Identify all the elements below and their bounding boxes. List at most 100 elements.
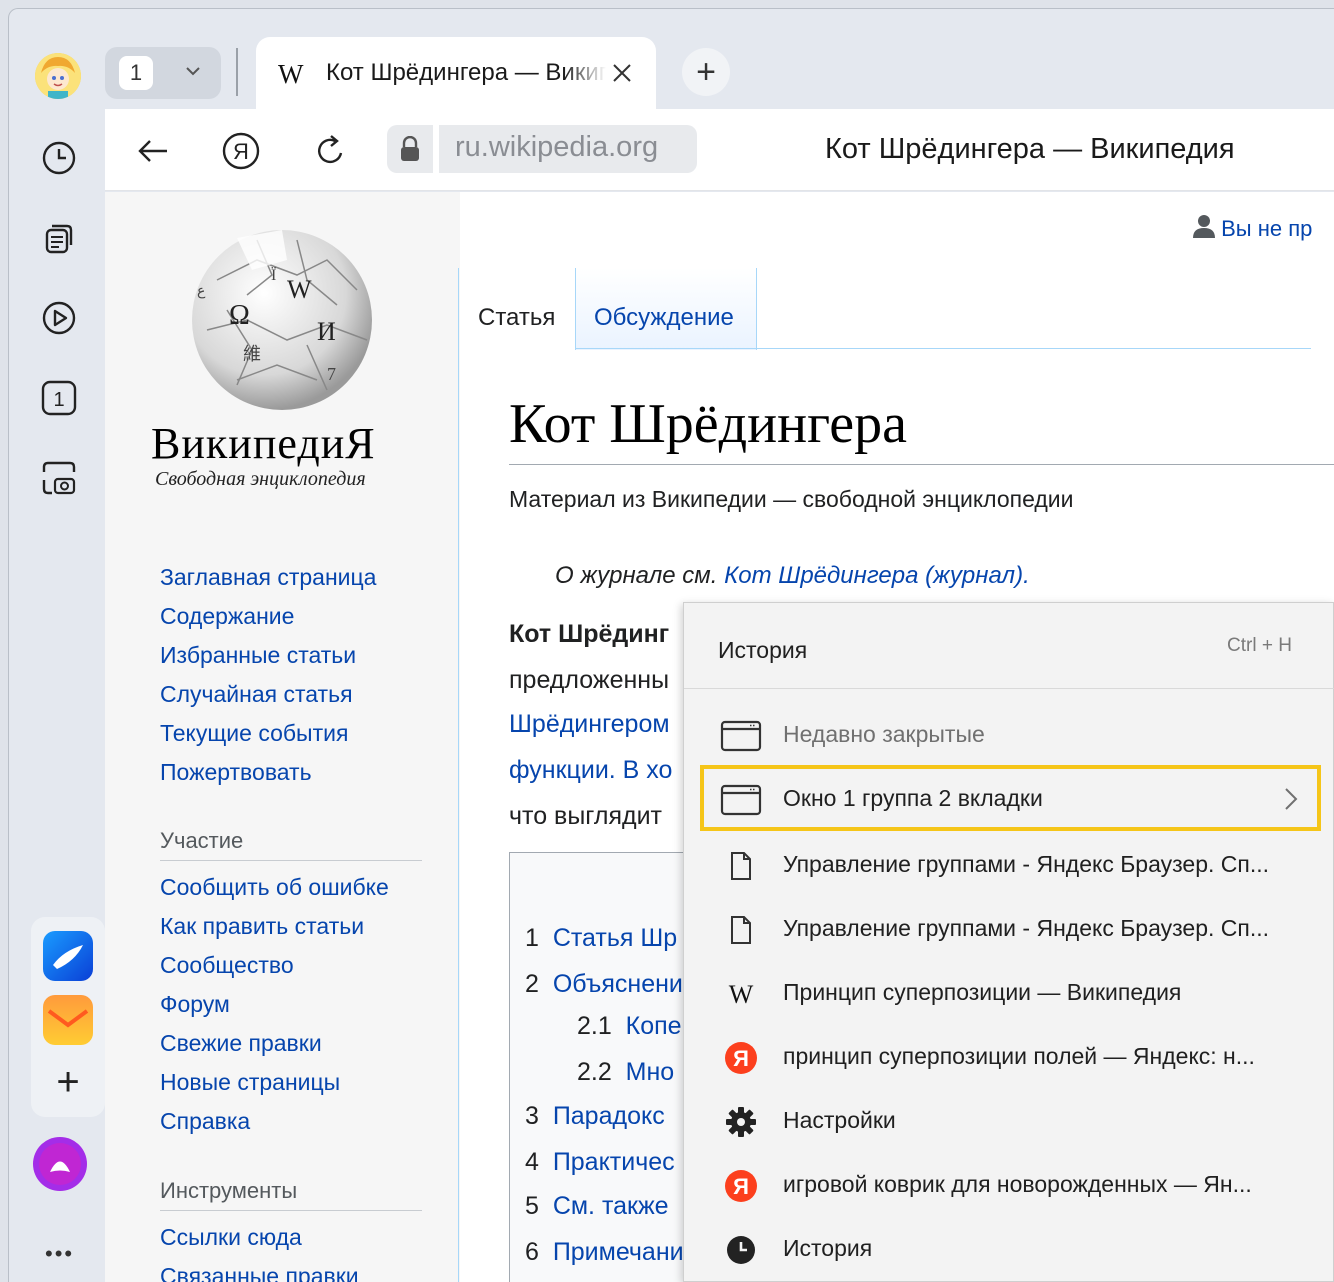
hatnote-link[interactable]: Кот Шрёдингера (журнал).	[724, 562, 1030, 589]
nav-link[interactable]: Сообщить об ошибке	[160, 868, 389, 907]
menu-item-label: Окно 1 группа 2 вкладки	[783, 785, 1043, 811]
svg-text:Я: Я	[733, 1174, 749, 1199]
sidebar-apps-panel: +	[31, 917, 105, 1117]
svg-text:7: 7	[327, 364, 336, 384]
toc-item[interactable]: 3 Парадокс	[525, 1102, 665, 1131]
yandex-icon: Я	[720, 1169, 762, 1203]
address-page-title: Кот Шрёдингера — Википедия	[825, 133, 1235, 165]
toc-num: 2	[525, 970, 539, 998]
history-icon[interactable]	[35, 134, 83, 182]
toc-item[interactable]: 4 Практичес	[525, 1148, 675, 1177]
collections-icon[interactable]	[35, 214, 83, 262]
chevron-right-icon	[1282, 781, 1300, 824]
menu-item-history-entry[interactable]: Я принцип суперпозиции полей — Яндекс: н…	[684, 1025, 1334, 1089]
wikipedia-favicon-icon: W	[278, 59, 304, 89]
yandex-home-icon[interactable]: Я	[221, 131, 261, 171]
close-icon[interactable]	[610, 53, 634, 101]
active-tab[interactable]: W Кот Шрёдингера — Википедия	[256, 37, 656, 109]
address-bar: Я ru.wikipedia.org Кот Шрёдингера — Вики…	[105, 109, 1334, 191]
nav-link[interactable]: Сообщество	[160, 946, 389, 985]
add-app-icon[interactable]: +	[43, 1057, 93, 1107]
nav-link[interactable]: Новые страницы	[160, 1063, 389, 1102]
history-menu-header[interactable]: История Ctrl + H	[684, 603, 1334, 689]
menu-item-history-entry[interactable]: Управление группами - Яндекс Браузер. Сп…	[684, 833, 1334, 897]
menu-item-history-entry[interactable]: Управление группами - Яндекс Браузер. Сп…	[684, 897, 1334, 961]
reload-icon[interactable]	[311, 131, 351, 171]
menu-item-label: принцип суперпозиции полей — Яндекс: н..…	[783, 1043, 1255, 1069]
menu-item-window-group[interactable]: Окно 1 группа 2 вкладки	[684, 767, 1334, 831]
menu-item-label: Настройки	[783, 1107, 896, 1133]
toc-item[interactable]: 2 Объяснени	[525, 970, 683, 999]
nav-link[interactable]: Пожертвовать	[160, 753, 376, 792]
toc-item[interactable]: 6 Примечани	[525, 1238, 684, 1267]
screenshot-icon[interactable]	[35, 454, 83, 502]
svg-text:維: 維	[243, 344, 261, 364]
tab-article[interactable]: Статья	[478, 304, 555, 332]
menu-item-label: Недавно закрытые	[783, 721, 985, 747]
toc-item[interactable]: 1 Статья Шр	[525, 924, 677, 953]
nav-link[interactable]: Свежие правки	[160, 1024, 389, 1063]
user-status[interactable]: Вы не пр	[1193, 214, 1312, 242]
tab-counter-icon[interactable]: 1	[35, 374, 83, 422]
avatar[interactable]	[35, 53, 81, 99]
svg-text:Ϊ: Ϊ	[271, 266, 276, 284]
mail-app-icon[interactable]	[43, 995, 93, 1045]
paragraph-link[interactable]: Шрёдингером	[509, 710, 670, 739]
menu-item-history[interactable]: История	[684, 1217, 1334, 1281]
paragraph-line: что выглядит	[509, 802, 662, 830]
svg-text:И: И	[317, 317, 336, 346]
content-border	[458, 268, 459, 1282]
paragraph-link[interactable]: функции. В хо	[509, 756, 672, 784]
page-tabs: Статья Обсуждение	[460, 268, 1310, 350]
tab-talk[interactable]: Обсуждение	[575, 268, 757, 350]
video-icon[interactable]	[35, 294, 83, 342]
tabs-divider	[575, 348, 1311, 349]
messenger-app-icon[interactable]	[43, 931, 93, 981]
nav-link[interactable]: Ссылки сюда	[160, 1218, 359, 1257]
tab-count: 1	[119, 56, 153, 90]
tab-counter-number: 1	[53, 389, 64, 411]
wiki-nav-tools: Ссылки сюда Связанные правки	[160, 1218, 359, 1282]
page-subtitle: Материал из Википедии — свободной энцикл…	[509, 486, 1074, 512]
svg-text:W: W	[729, 980, 754, 1009]
alice-icon[interactable]	[33, 1137, 87, 1191]
wiki-logo-word: ВикипедиЯ	[151, 419, 376, 468]
nav-link[interactable]: Связанные правки	[160, 1257, 359, 1282]
lock-icon[interactable]	[387, 125, 433, 173]
nav-link[interactable]: Как править статьи	[160, 907, 389, 946]
nav-link[interactable]: Содержание	[160, 597, 376, 636]
sidebar: 1 + •••	[9, 9, 105, 1282]
menu-item-history-entry[interactable]: W Принцип суперпозиции — Википедия	[684, 961, 1334, 1025]
menu-item-settings[interactable]: Настройки	[684, 1089, 1334, 1153]
toc-num: 5	[525, 1192, 539, 1220]
toc-item[interactable]: 2.2 Мно	[577, 1058, 674, 1087]
more-icon[interactable]: •••	[45, 1241, 74, 1267]
nav-link[interactable]: Случайная статья	[160, 675, 376, 714]
document-icon	[720, 913, 762, 947]
wiki-nav-main: Заглавная страница Содержание Избранные …	[160, 558, 376, 792]
clock-icon	[720, 1233, 762, 1267]
nav-link[interactable]: Заглавная страница	[160, 558, 376, 597]
nav-link[interactable]: Справка	[160, 1102, 389, 1141]
wikipedia-logo-icon[interactable]: Ω W И Ϊ 7 維 ع	[177, 220, 387, 412]
nav-link[interactable]: Избранные статьи	[160, 636, 376, 675]
tab-title: Кот Шрёдингера — Википедия	[326, 59, 606, 86]
menu-item-history-entry[interactable]: Я игровой коврик для новорожденных — Ян.…	[684, 1153, 1334, 1217]
user-status-text: Вы не пр	[1221, 216, 1313, 241]
new-tab-button[interactable]: +	[682, 48, 730, 96]
nav-link[interactable]: Форум	[160, 985, 389, 1024]
toc-item[interactable]: 5 См. также	[525, 1192, 669, 1221]
url-field[interactable]: ru.wikipedia.org	[439, 125, 697, 173]
tab-groups-button[interactable]: 1	[105, 47, 221, 99]
back-arrow-icon[interactable]	[133, 131, 173, 171]
toc-item[interactable]: 2.1 Копе	[577, 1012, 682, 1041]
toc-text: Практичес	[552, 1148, 675, 1176]
toc-text: Мно	[625, 1058, 675, 1086]
history-menu: История Ctrl + H Недавно закрытые Окно 1…	[683, 602, 1334, 1282]
toc-text: Примечани	[552, 1238, 684, 1266]
history-menu-shortcut: Ctrl + H	[1227, 635, 1292, 656]
svg-text:Я: Я	[233, 139, 249, 164]
nav-link[interactable]: Текущие события	[160, 714, 376, 753]
window-icon	[720, 719, 762, 753]
menu-item-recently-closed[interactable]: Недавно закрытые	[684, 703, 1334, 767]
